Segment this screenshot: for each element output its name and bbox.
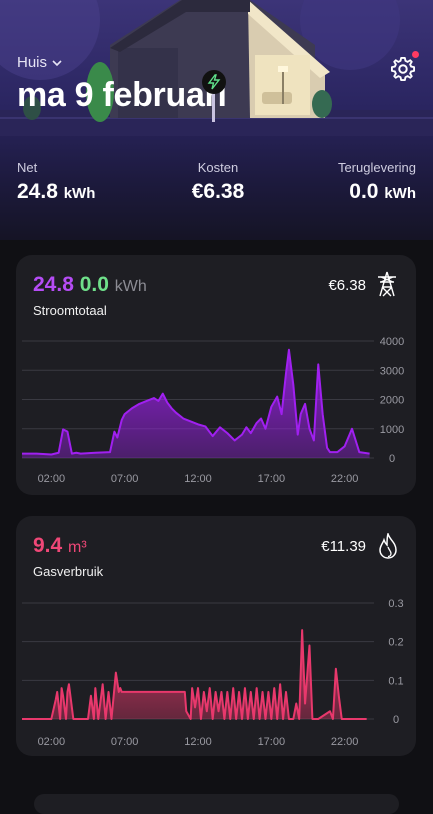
electricity-y-tick: 2000 <box>380 395 404 407</box>
gas-y-tick: 0 <box>393 714 399 726</box>
location-label: Huis <box>17 54 48 71</box>
summary-cost-label: Kosten <box>197 160 239 175</box>
gas-y-tick: 0.1 <box>388 675 403 687</box>
bolt-icon <box>202 70 226 94</box>
electricity-y-tick: 3000 <box>380 365 404 377</box>
notification-dot <box>412 51 419 58</box>
summary-net-value: 24.8 <box>17 180 58 203</box>
house-illustration <box>0 0 433 136</box>
electricity-x-tick: 22:00 <box>331 473 359 485</box>
hero-header: Huis ma 9 februari Net 24.8 kWh Kosten €… <box>0 0 433 240</box>
electricity-x-tick: 02:00 <box>38 473 66 485</box>
electricity-x-tick: 17:00 <box>258 473 286 485</box>
gas-x-tick: 22:00 <box>331 736 359 748</box>
gas-x-tick: 07:00 <box>111 736 139 748</box>
settings-gear-icon[interactable] <box>389 55 417 83</box>
location-selector[interactable]: Huis <box>17 54 63 71</box>
gas-card[interactable]: 9.4 m³ Gasverbruik €11.39 0 0.1 0.2 0.3 02:0… <box>16 516 416 756</box>
gas-y-tick: 0.3 <box>388 598 403 610</box>
summary-return: Teruglevering 0.0 kWh <box>338 160 416 204</box>
gas-x-tick: 12:00 <box>184 736 212 748</box>
electricity-chart[interactable]: 0 1000 2000 3000 4000 02:00 07:00 12:00 17:00 22:… <box>16 255 416 495</box>
summary-cost-value: €6.38 <box>191 180 245 203</box>
electricity-y-tick: 0 <box>389 453 395 465</box>
summary-net-label: Net <box>17 160 38 175</box>
chevron-down-icon <box>52 59 62 66</box>
electricity-x-tick: 12:00 <box>184 473 212 485</box>
gas-series-line <box>22 629 367 720</box>
summary-net-unit: kWh <box>63 185 96 202</box>
summary-net: Net 24.8 kWh <box>17 160 95 204</box>
electricity-y-tick: 4000 <box>380 336 404 348</box>
summary-return-label: Teruglevering <box>337 160 416 175</box>
gas-x-tick: 17:00 <box>258 736 286 748</box>
gas-y-tick: 0.2 <box>388 637 403 649</box>
summary-return-unit: kWh <box>384 185 416 202</box>
electricity-card[interactable]: 24.8 0.0 kWh Stroomtotaal €6.38 0 1000 200… <box>16 255 416 495</box>
electricity-x-tick: 07:00 <box>111 473 139 485</box>
summary-return-value: 0.0 <box>349 180 379 203</box>
page-title: ma 9 februari <box>17 76 227 114</box>
gas-x-tick: 02:00 <box>38 736 66 748</box>
summary-cost: Kosten €6.38 <box>188 160 248 204</box>
next-card-peek[interactable] <box>34 794 399 814</box>
gas-chart[interactable]: 0 0.1 0.2 0.3 02:00 07:00 12:00 17:00 22:00 <box>16 516 416 756</box>
electricity-y-tick: 1000 <box>380 424 404 436</box>
